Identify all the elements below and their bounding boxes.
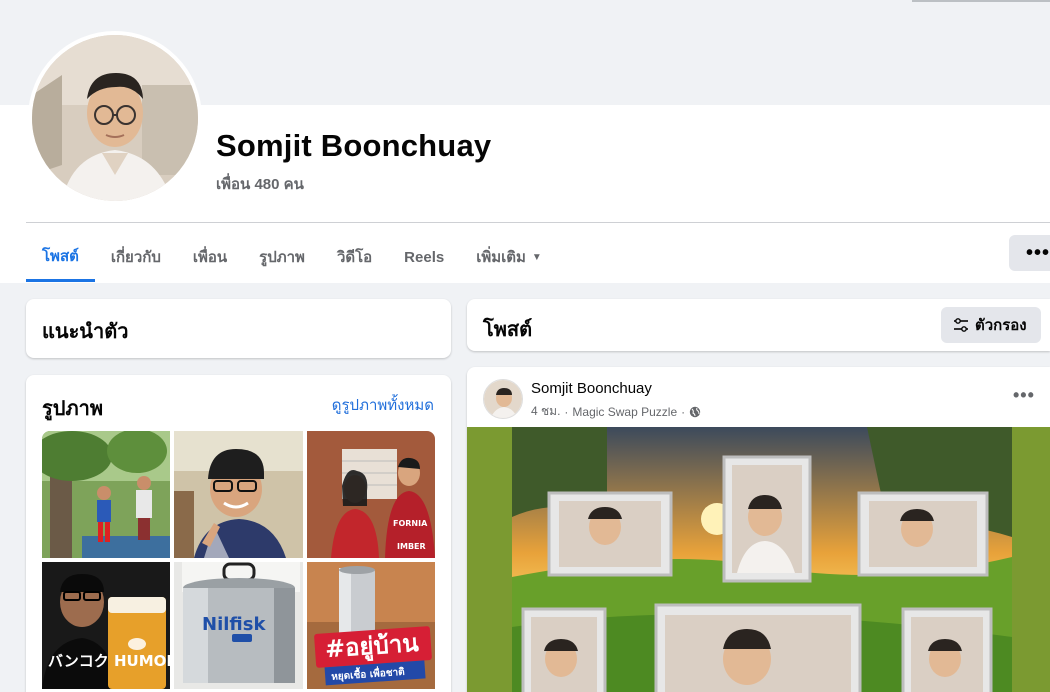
post-meta: 4 ชม. · Magic Swap Puzzle · [531, 402, 701, 421]
profile-picture[interactable] [28, 31, 202, 205]
meta-separator-2: · [681, 404, 686, 419]
caret-down-icon: ▼ [531, 251, 542, 263]
photo-garden[interactable] [42, 431, 170, 558]
friends-count-link[interactable]: เพื่อน 480 คน [216, 172, 304, 196]
filter-button[interactable]: ตัวกรอง [941, 307, 1041, 343]
tab-videos-label: วิดีโอ [336, 249, 373, 266]
post-author-avatar[interactable] [483, 379, 523, 419]
photos-grid: FORNIA IMBER バンコク HUMOR Nilfisk #อยู่บ้า… [42, 431, 435, 689]
posts-title: โพสต์ [483, 319, 533, 341]
filter-label: ตัวกรอง [975, 317, 1027, 334]
svg-text:IMBER: IMBER [397, 542, 426, 551]
tab-reels[interactable]: Reels [388, 232, 460, 282]
tab-about-label: เกี่ยวกับ [110, 249, 161, 266]
post-app-name[interactable]: Magic Swap Puzzle [572, 405, 677, 419]
profile-more-button[interactable]: ••• [1009, 235, 1050, 271]
profile-picture-image [32, 35, 198, 201]
filter-sliders-icon [954, 318, 968, 332]
tab-photos-label: รูปภาพ [259, 249, 305, 266]
svg-text:FORNIA: FORNIA [393, 519, 428, 528]
tab-photos[interactable]: รูปภาพ [243, 232, 321, 282]
tab-about[interactable]: เกี่ยวกับ [95, 232, 177, 282]
posts-header-card: โพสต์ ตัวกรอง [467, 299, 1050, 351]
tab-more-label: เพิ่มเติม [476, 249, 526, 266]
post-time[interactable]: 4 ชม. [531, 402, 560, 421]
photo-stay-home[interactable]: #อยู่บ้าน หยุดเชื้อ เพื่อชาติ [307, 562, 435, 689]
photo-selfie[interactable] [174, 431, 303, 558]
photo-beer-text: バンコク HUMOR [48, 652, 170, 670]
photo-beer[interactable]: バンコク HUMOR [42, 562, 170, 689]
cover-edge [912, 0, 1050, 2]
header-divider [26, 222, 1050, 223]
tab-videos[interactable]: วิดีโอ [321, 232, 388, 282]
globe-icon[interactable] [689, 406, 701, 418]
post-card: Somjit Boonchuay 4 ชม. · Magic Swap Puzz… [467, 367, 1050, 692]
photos-card: รูปภาพ ดูรูปภาพทั้งหมด FORNIA IMBER バンコク… [26, 375, 451, 692]
tab-more[interactable]: เพิ่มเติม ▼ [460, 232, 558, 282]
profile-tabs: โพสต์ เกี่ยวกับ เพื่อน รูปภาพ วิดีโอ Ree… [26, 232, 558, 284]
see-all-photos-link[interactable]: ดูรูปภาพทั้งหมด [332, 393, 434, 417]
post-author-name[interactable]: Somjit Boonchuay [531, 380, 652, 397]
tab-friends[interactable]: เพื่อน [177, 232, 243, 282]
intro-card: แนะนำตัว [26, 299, 451, 358]
tab-posts-label: โพสต์ [42, 247, 79, 265]
tab-reels-label: Reels [404, 248, 445, 266]
tab-posts[interactable]: โพสต์ [26, 232, 95, 282]
profile-name: Somjit Boonchuay [216, 128, 492, 163]
photos-title: รูปภาพ [42, 398, 104, 420]
photo-nilfisk-text: Nilfisk [202, 614, 266, 635]
intro-title: แนะนำตัว [42, 321, 129, 343]
post-options-button[interactable]: ••• [1013, 385, 1035, 406]
post-image[interactable] [467, 427, 1050, 692]
photo-nilfisk[interactable]: Nilfisk [174, 562, 303, 689]
meta-separator: · [564, 404, 569, 419]
photo-couple[interactable]: FORNIA IMBER [307, 431, 435, 558]
tab-friends-label: เพื่อน [192, 249, 228, 266]
